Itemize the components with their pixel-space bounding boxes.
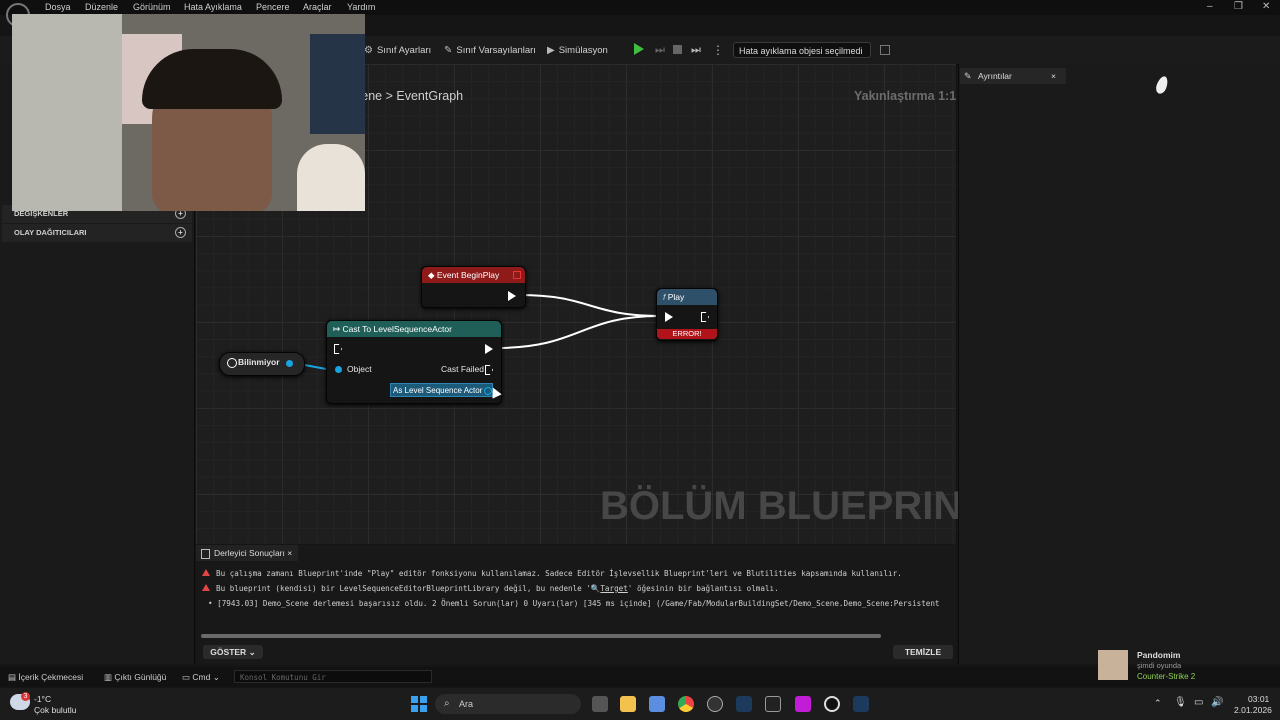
cmd-label: Cmd [192, 672, 211, 682]
steam-icon[interactable] [736, 696, 752, 712]
cast-title: Cast To LevelSequenceActor [342, 324, 452, 334]
app-icon[interactable] [707, 696, 723, 712]
object-pin-label: Object [347, 364, 372, 374]
friend-avatar [1098, 650, 1128, 680]
epic-games-icon[interactable] [765, 696, 781, 712]
unknown-variable-icon [227, 358, 237, 368]
compiler-tab-icon [201, 549, 210, 559]
webcam-hair [142, 49, 282, 109]
unknown-variable-output-pin[interactable] [286, 360, 293, 367]
event-beginplay-title: Event BeginPlay [436, 270, 500, 280]
cast-header: ↦ Cast To LevelSequenceActor [327, 321, 501, 337]
exec-output-pin[interactable] [508, 291, 516, 301]
cmd-select[interactable]: ▭ Cmd ⌄ [182, 672, 220, 683]
webcam-curtain [12, 14, 122, 211]
clear-button[interactable]: TEMİZLE [893, 645, 953, 659]
play-exec-input-pin[interactable] [665, 312, 673, 322]
compiler-message-2-text: Bu blueprint (kendisi) bir LevelSequence… [216, 584, 591, 593]
compiler-tab-label: Derleyici Sonuçları [214, 548, 285, 558]
unknown-variable-node[interactable]: Bilinmiyor [219, 352, 305, 376]
windows-start-icon[interactable] [411, 696, 427, 712]
compiler-message-3: • [7943.03] Demo_Scene derlemesi başarıs… [208, 599, 940, 608]
output-log-label: Çıktı Günlüğü [114, 672, 167, 682]
friend-name: Pandomim [1137, 650, 1181, 660]
cast-failed-pin[interactable] [485, 365, 493, 375]
play-exec-output-pin[interactable] [701, 312, 709, 322]
content-drawer-button[interactable]: ▤ İçerik Çekmecesi [8, 672, 83, 683]
play-node[interactable]: f Play ERROR! [656, 288, 718, 341]
object-input-pin[interactable] [335, 366, 342, 373]
weather-temp: -1°C [34, 694, 52, 704]
event-beginplay-node[interactable]: ◆ Event BeginPlay [421, 266, 526, 308]
details-close-icon[interactable]: × [1051, 68, 1056, 84]
details-tab-label: Ayrıntılar [978, 71, 1012, 81]
play-title: Play [667, 292, 685, 302]
steam-friend-notification[interactable]: Pandomim şimdi oyunda Counter-Strike 2 [1096, 648, 1276, 684]
output-log-button[interactable]: ▥ Çıktı Günlüğü [104, 672, 166, 683]
cast-failed-label: Cast Failed [441, 364, 484, 374]
compiler-message-1: Bu çalışma zamanı Blueprint'inde "Play" … [216, 569, 902, 578]
tray-chevron-icon[interactable]: ⌃ [1154, 698, 1162, 709]
show-button[interactable]: GÖSTER ⌄ [203, 645, 263, 659]
content-drawer-icon: ▤ [8, 672, 19, 682]
compiler-message-2: Bu blueprint (kendisi) bir LevelSequence… [216, 584, 779, 593]
event-beginplay-header: ◆ Event BeginPlay [422, 267, 525, 283]
cast-node[interactable]: ↦ Cast To LevelSequenceActor Object Cast… [326, 320, 502, 404]
details-panel [958, 64, 1280, 664]
taskbar-search[interactable]: ⌕ Ara [435, 694, 581, 714]
file-explorer-icon[interactable] [620, 696, 636, 712]
error-icon [202, 569, 210, 576]
network-icon[interactable]: ▭ [1194, 697, 1203, 708]
cast-exec-input-pin[interactable] [334, 344, 342, 354]
microphone-icon[interactable]: 🎙 [1174, 697, 1187, 708]
as-level-sequence-actor-pin-label: As Level Sequence Actor [390, 383, 493, 397]
volume-icon[interactable]: 🔊 [1211, 697, 1223, 708]
chrome-icon[interactable] [678, 696, 694, 712]
console-input[interactable]: Konsol Komutunu Gir [234, 670, 432, 683]
clock-date[interactable]: 2.01.2026 [1234, 705, 1272, 715]
content-drawer-label: İçerik Çekmecesi [18, 672, 84, 682]
cmd-icon: ▭ [182, 672, 193, 682]
steam-app-icon[interactable] [853, 696, 869, 712]
output-log-icon: ▥ [104, 672, 115, 682]
friend-status: şimdi oyunda [1137, 661, 1182, 670]
unreal-engine-icon[interactable] [824, 696, 840, 712]
taskbar [0, 688, 1280, 720]
details-pencil-icon: ✎ [964, 71, 972, 81]
webcam-pillow [297, 144, 365, 211]
clock-time[interactable]: 03:01 [1248, 694, 1269, 704]
details-tab[interactable]: Ayrıntılar × [960, 68, 1066, 84]
delegate-pin[interactable] [513, 271, 521, 279]
taskbar-search-label: Ara [459, 699, 474, 709]
exec-wire-cast-play [495, 315, 661, 349]
friend-game: Counter-Strike 2 [1137, 672, 1196, 681]
search-icon: 🔍 [590, 584, 601, 593]
unknown-variable-label: Bilinmiyor [238, 357, 280, 367]
search-icon: ⌕ [444, 698, 450, 709]
weather-desc: Çok bulutlu [34, 705, 77, 715]
webcam-parrot-poster [310, 34, 365, 134]
exec-wire-beginplay-play [519, 294, 661, 317]
app-purple-icon[interactable] [795, 696, 811, 712]
play-header: f Play [657, 289, 717, 305]
weather-badge: 3 [21, 692, 30, 701]
store-icon[interactable] [649, 696, 665, 712]
show-button-label: GÖSTER [210, 647, 247, 657]
cast-exec-output-pin[interactable] [485, 344, 493, 354]
compiler-message-2-tail: ' öğesinin bir bağlantısı olmalı. [627, 584, 779, 593]
target-link[interactable]: Target [600, 584, 627, 593]
task-view-icon[interactable] [592, 696, 608, 712]
play-error-banner: ERROR! [657, 329, 717, 339]
horizontal-scrollbar[interactable] [201, 634, 881, 638]
compiler-results-tab[interactable]: Derleyici Sonuçları × [196, 545, 298, 561]
error-icon [202, 584, 210, 591]
compiler-message-3-text: [7943.03] Demo_Scene derlemesi başarısız… [217, 599, 940, 608]
webcam-overlay [12, 14, 365, 211]
